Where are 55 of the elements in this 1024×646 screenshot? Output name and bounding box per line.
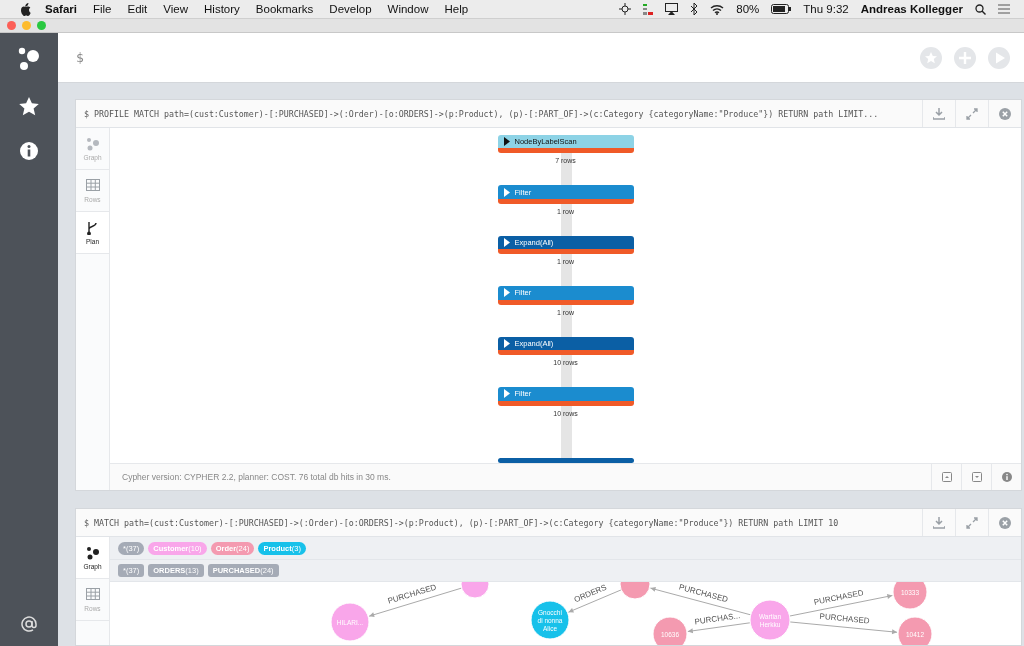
battery-icon[interactable] — [771, 4, 792, 14]
prompt-sign: $ — [76, 50, 84, 65]
at-sign-icon[interactable] — [21, 616, 37, 632]
menu-item[interactable]: Safari — [37, 3, 85, 15]
star-icon[interactable] — [19, 97, 39, 116]
menu-clock[interactable]: Thu 9:32 — [797, 3, 855, 15]
logo-icon[interactable] — [18, 47, 40, 71]
collapse-all-icon[interactable] — [941, 472, 952, 482]
close-button[interactable] — [7, 21, 16, 30]
wifi-icon[interactable] — [710, 3, 725, 15]
apple-icon[interactable] — [20, 2, 31, 16]
graph-node[interactable] — [892, 582, 928, 610]
info-icon[interactable] — [1001, 472, 1012, 482]
plan-summary: Cypher version: CYPHER 2.2, planner: COST. 76 total db hits in 30 ms. — [122, 472, 391, 482]
graph-node[interactable] — [749, 599, 791, 641]
search-icon[interactable] — [975, 3, 986, 15]
rows-icon — [85, 587, 100, 602]
graph-node[interactable] — [652, 616, 688, 645]
plan-icon — [85, 220, 100, 235]
graph-node[interactable] — [330, 602, 370, 642]
download-button[interactable] — [933, 516, 945, 529]
list-icon[interactable] — [998, 4, 1010, 14]
menu-item[interactable]: Edit — [119, 3, 156, 15]
expand-triangle-icon[interactable] — [502, 238, 511, 247]
menu-item[interactable]: Develop — [321, 3, 380, 15]
rows-icon — [85, 178, 100, 193]
menu-item[interactable]: View — [155, 3, 197, 15]
battery-percentage: 80% — [735, 3, 761, 15]
download-button[interactable] — [933, 107, 945, 120]
bluetooth-icon[interactable] — [690, 3, 699, 15]
menu-item[interactable]: File — [84, 3, 120, 15]
expand-triangle-icon[interactable] — [502, 338, 511, 348]
graph-node[interactable] — [897, 616, 933, 645]
expand-all-icon[interactable] — [971, 472, 982, 482]
graph-icon — [85, 545, 100, 560]
user-name[interactable]: Andreas Kollegger — [854, 3, 969, 15]
menu-item[interactable]: History — [196, 3, 248, 15]
expand-button[interactable] — [966, 107, 978, 120]
close-button[interactable] — [999, 107, 1011, 120]
expand-button[interactable] — [966, 516, 978, 529]
plan-operator[interactable] — [497, 457, 634, 463]
graph-node[interactable] — [460, 582, 490, 599]
status-bars-icon[interactable] — [643, 3, 654, 15]
zoom-button[interactable] — [37, 21, 46, 30]
graph-node[interactable] — [619, 582, 651, 600]
menu-item[interactable]: Help — [436, 3, 477, 15]
menu-item[interactable]: Bookmarks — [247, 3, 322, 15]
info-icon[interactable] — [20, 142, 38, 160]
graph-node[interactable] — [530, 600, 570, 640]
relationship-label: PURCHAS... — [694, 611, 741, 627]
close-button[interactable] — [999, 516, 1011, 529]
graph-icon — [85, 136, 100, 151]
relationship-label: PURCHASED — [819, 611, 871, 626]
expand-triangle-icon[interactable] — [502, 137, 511, 147]
menu-item[interactable]: Window — [379, 3, 437, 15]
